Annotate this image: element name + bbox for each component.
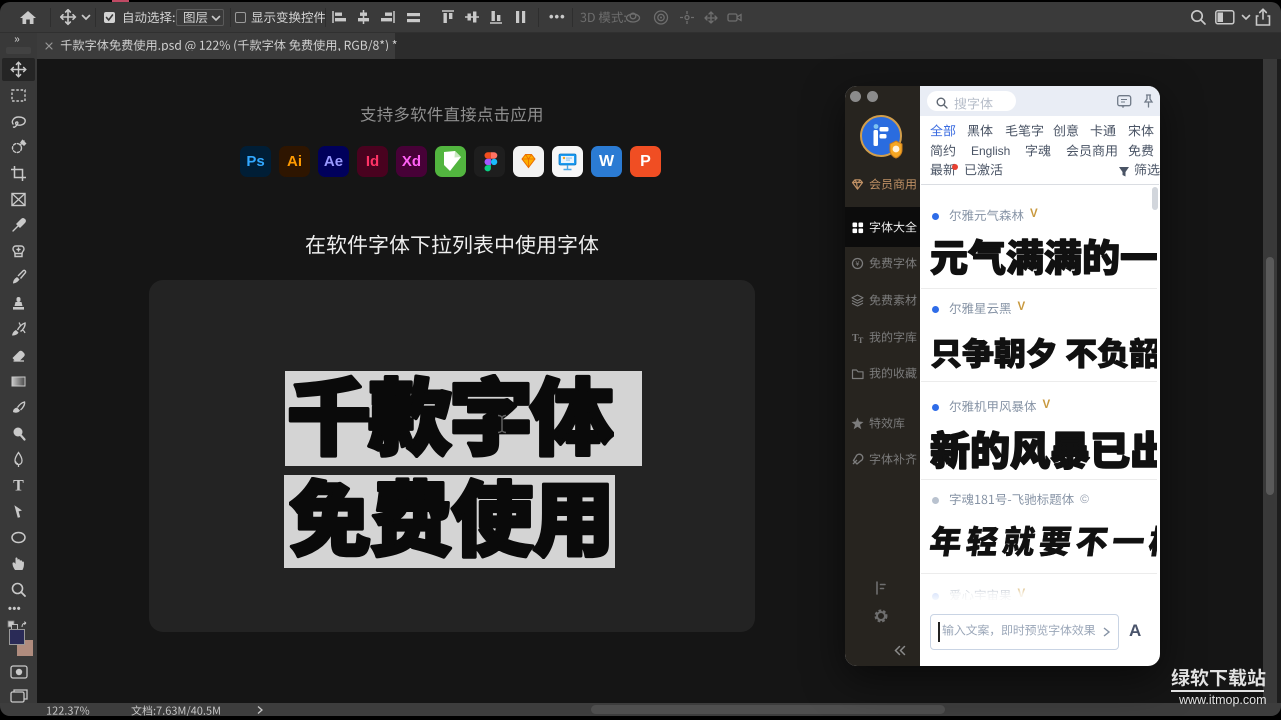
- svg-text:¥: ¥: [856, 261, 860, 268]
- svg-text:T: T: [13, 478, 24, 495]
- svg-text:T: T: [858, 336, 864, 344]
